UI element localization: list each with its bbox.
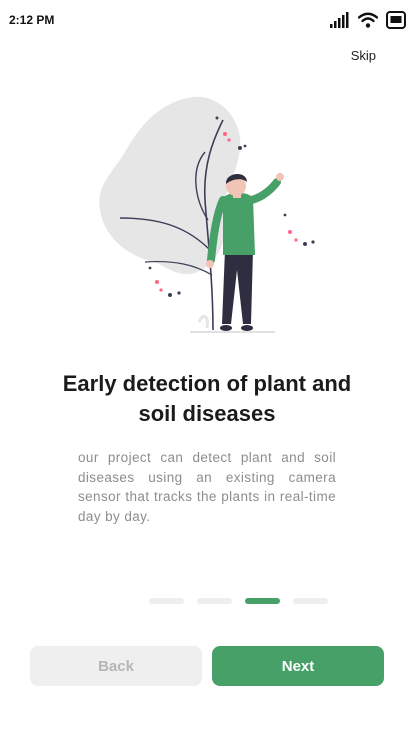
battery-icon xyxy=(386,11,406,29)
signal-icon xyxy=(330,12,349,28)
onboarding-description: our project can detect plant and soil di… xyxy=(78,450,336,524)
skip-button[interactable]: Skip xyxy=(351,48,376,63)
onboarding-title: Early detection of plant and soil diseas… xyxy=(62,371,352,426)
page-dot xyxy=(293,598,328,604)
leaf-shape xyxy=(99,96,241,275)
status-bar: 2:12 PM xyxy=(0,0,414,40)
page-dot xyxy=(197,598,232,604)
back-button[interactable]: Back xyxy=(30,646,202,686)
status-icons xyxy=(330,10,406,30)
page-dot xyxy=(149,598,184,604)
wifi-icon xyxy=(358,12,378,28)
person-with-plant-illustration xyxy=(99,96,315,333)
page-dot-active xyxy=(245,598,280,604)
next-button[interactable]: Next xyxy=(212,646,384,686)
page-indicator xyxy=(149,598,328,604)
status-time: 2:12 PM xyxy=(9,13,55,27)
